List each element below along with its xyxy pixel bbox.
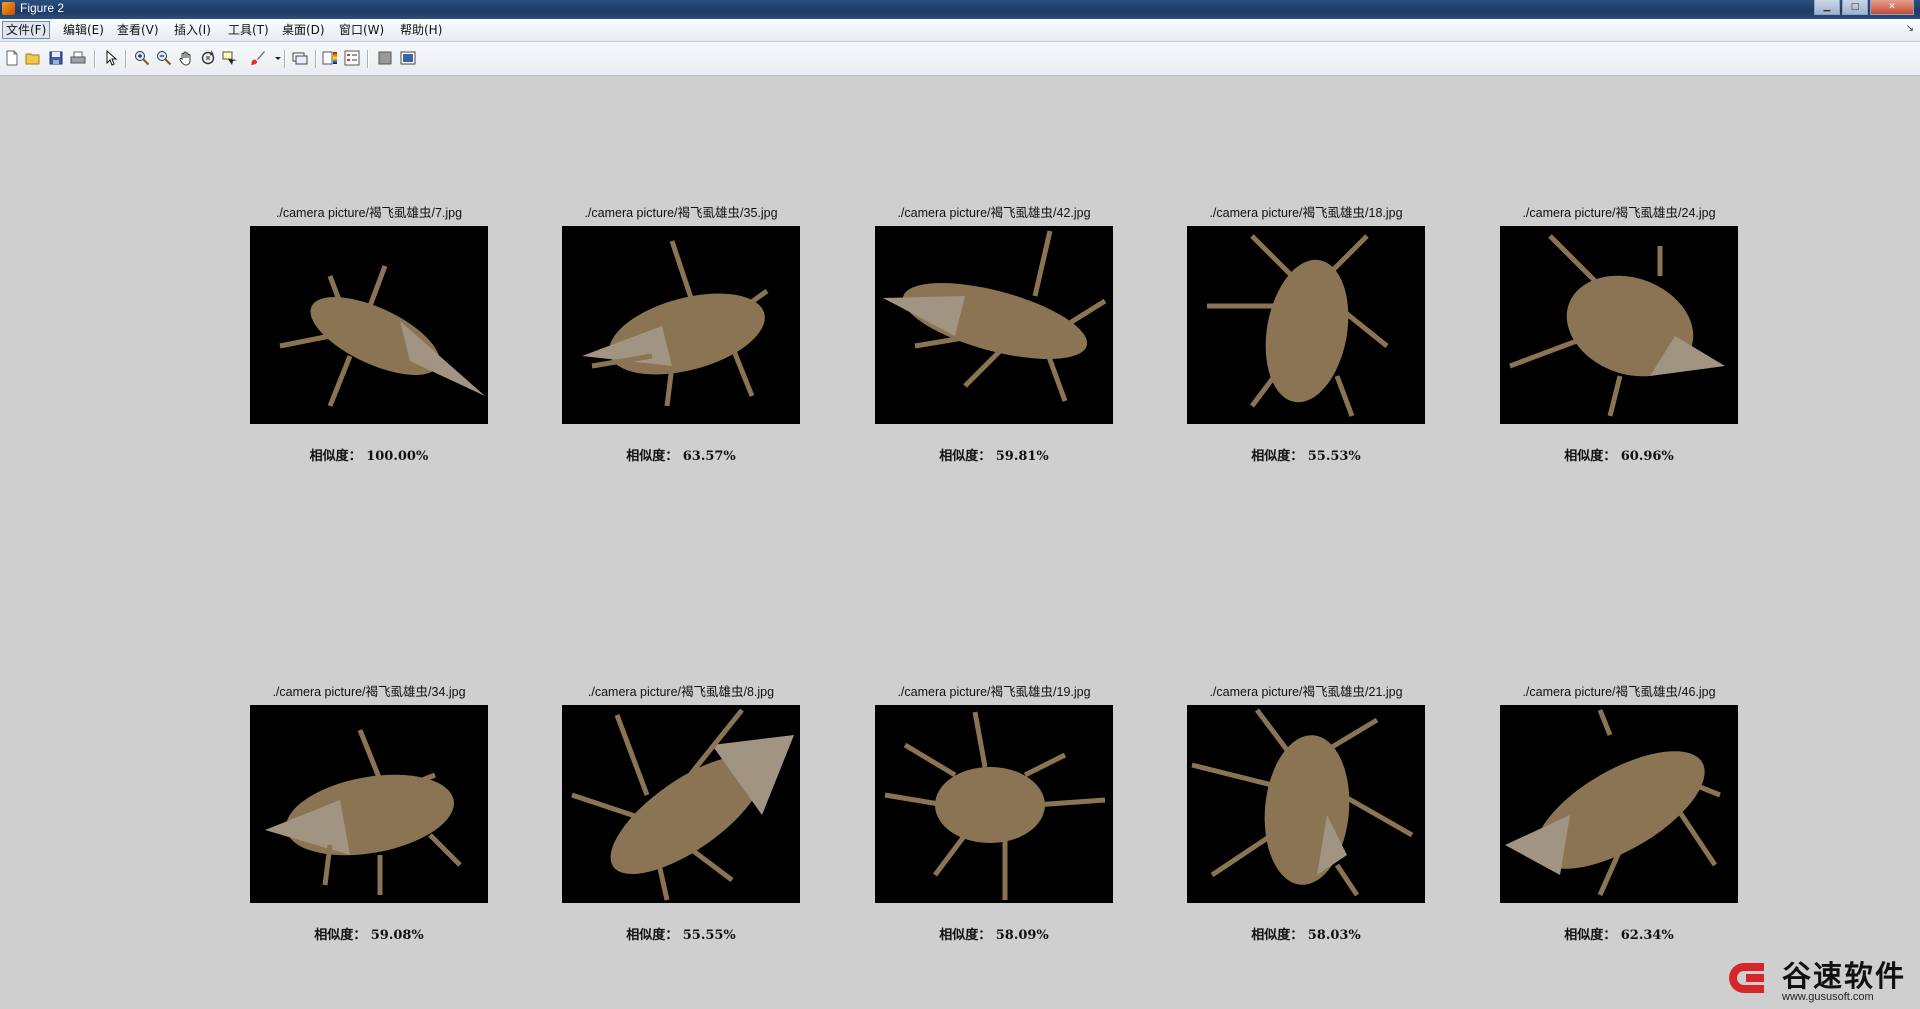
show-plot-tools-icon[interactable] xyxy=(400,50,416,66)
similarity-label: 相似度： 63.57% xyxy=(626,449,736,464)
toolbar-separator xyxy=(94,50,96,68)
colorbar-icon[interactable] xyxy=(322,50,338,66)
matlab-icon xyxy=(2,2,15,15)
similarity-label: 相似度： 100.00% xyxy=(309,449,429,464)
image-title: ./camera picture/褐飞虱雄虫/18.jpg xyxy=(1209,206,1403,220)
window-title-bar[interactable]: Figure 2 ▁ □ ✕ xyxy=(0,0,1920,19)
edit-plot-icon[interactable] xyxy=(103,50,119,66)
watermark-brand: 谷速软件 xyxy=(1782,959,1907,993)
menu-view[interactable]: 查看(V) xyxy=(114,22,162,38)
image-title: ./camera picture/褐飞虱雄虫/46.jpg xyxy=(1522,685,1716,699)
similarity-label: 相似度： 60.96% xyxy=(1564,449,1674,464)
image-title: ./camera picture/褐飞虱雄虫/35.jpg xyxy=(584,206,778,220)
toolbar-separator xyxy=(284,50,286,68)
insect-image xyxy=(1500,226,1738,424)
rotate-3d-icon[interactable] xyxy=(200,50,216,66)
hide-plot-tools-icon[interactable] xyxy=(377,50,393,66)
similarity-label: 相似度： 59.08% xyxy=(314,928,424,943)
insect-image xyxy=(250,226,488,424)
image-title: ./camera picture/褐飞虱雄虫/7.jpg xyxy=(275,206,463,220)
menu-overflow-icon[interactable]: ↘ xyxy=(1906,23,1914,34)
image-title: ./camera picture/褐飞虱雄虫/34.jpg xyxy=(272,685,466,699)
image-title: ./camera picture/褐飞虱雄虫/21.jpg xyxy=(1209,685,1403,699)
insect-image xyxy=(250,705,488,903)
similarity-label: 相似度： 59.81% xyxy=(939,449,1049,464)
new-figure-icon[interactable] xyxy=(4,50,20,66)
data-cursor-icon[interactable] xyxy=(222,50,238,66)
gususoft-logo-icon xyxy=(1724,955,1770,1001)
insect-image xyxy=(875,705,1113,903)
similarity-label: 相似度： 58.09% xyxy=(939,928,1049,943)
menu-help[interactable]: 帮助(H) xyxy=(397,22,445,38)
similarity-label: 相似度： 55.53% xyxy=(1251,449,1361,464)
menu-insert[interactable]: 插入(I) xyxy=(171,22,214,38)
insect-image xyxy=(562,226,800,424)
image-title: ./camera picture/褐飞虱雄虫/8.jpg xyxy=(587,685,775,699)
insect-image xyxy=(1187,226,1425,424)
insect-image xyxy=(875,226,1113,424)
legend-icon[interactable] xyxy=(344,50,360,66)
menu-file[interactable]: 文件(F) xyxy=(2,21,51,39)
save-icon[interactable] xyxy=(48,50,64,66)
similarity-label: 相似度： 55.55% xyxy=(626,928,736,943)
toolbar-separator xyxy=(315,50,317,68)
similarity-label: 相似度： 62.34% xyxy=(1564,928,1674,943)
pan-icon[interactable] xyxy=(178,50,194,66)
menu-tools[interactable]: 工具(T) xyxy=(225,22,272,38)
insect-image xyxy=(562,705,800,903)
zoom-out-icon[interactable] xyxy=(156,50,172,66)
chevron-down-icon[interactable] xyxy=(270,50,281,66)
toolbar-separator xyxy=(367,50,369,68)
maximize-button[interactable]: □ xyxy=(1842,0,1868,15)
link-plot-icon[interactable] xyxy=(292,50,308,66)
insect-image xyxy=(1187,705,1425,903)
image-title: ./camera picture/褐飞虱雄虫/24.jpg xyxy=(1522,206,1716,220)
window-title: Figure 2 xyxy=(20,1,65,15)
close-button[interactable]: ✕ xyxy=(1870,0,1914,15)
image-title: ./camera picture/褐飞虱雄虫/19.jpg xyxy=(897,685,1091,699)
image-title: ./camera picture/褐飞虱雄虫/42.jpg xyxy=(897,206,1091,220)
minimize-button[interactable]: ▁ xyxy=(1814,0,1840,15)
menu-window[interactable]: 窗口(W) xyxy=(336,22,387,38)
open-file-icon[interactable] xyxy=(25,50,41,66)
menu-edit[interactable]: 编辑(E) xyxy=(60,22,107,38)
brush-icon[interactable] xyxy=(250,50,266,66)
menu-bar: 文件(F) 编辑(E) 查看(V) 插入(I) 工具(T) 桌面(D) 窗口(W… xyxy=(0,19,1920,42)
zoom-in-icon[interactable] xyxy=(134,50,150,66)
menu-desktop[interactable]: 桌面(D) xyxy=(279,22,328,38)
similarity-label: 相似度： 58.03% xyxy=(1251,928,1361,943)
figure-toolbar xyxy=(0,42,1920,76)
watermark: 谷速软件 www.gususoft.com xyxy=(1724,953,1920,1009)
print-icon[interactable] xyxy=(70,50,86,66)
watermark-url: www.gususoft.com xyxy=(1782,991,1874,1003)
toolbar-separator xyxy=(125,50,127,68)
insect-image xyxy=(1500,705,1738,903)
